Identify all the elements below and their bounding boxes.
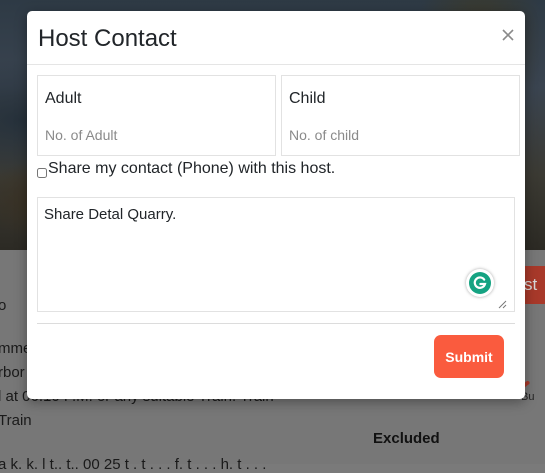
- modal-header: Host Contact: [27, 11, 525, 65]
- child-label: Child: [289, 90, 326, 107]
- query-textarea[interactable]: [37, 197, 515, 312]
- background-text: a k. k. l t.. t.. 00 25 t . t . . . f. t…: [0, 456, 267, 473]
- grammarly-icon: [469, 272, 491, 294]
- share-contact-checkbox[interactable]: [37, 168, 47, 178]
- grammarly-button[interactable]: [466, 269, 494, 297]
- share-contact-label: Share my contact (Phone) with this host.: [48, 160, 336, 177]
- adult-field-group: Adult: [37, 75, 276, 156]
- close-button[interactable]: [500, 27, 516, 43]
- adult-label: Adult: [45, 90, 82, 107]
- child-field-group: Child: [281, 75, 520, 156]
- footer-divider: [37, 323, 515, 324]
- background-partial-button: st: [522, 266, 545, 304]
- background-text: Train: [0, 412, 32, 429]
- resize-handle-icon[interactable]: [497, 296, 507, 309]
- excluded-heading: Excluded: [373, 430, 440, 447]
- submit-button[interactable]: Submit: [434, 335, 504, 378]
- child-count-input[interactable]: [289, 124, 509, 146]
- modal-title: Host Contact: [38, 25, 177, 52]
- background-text: o: [0, 297, 7, 314]
- background-text: rbor: [0, 364, 25, 381]
- close-icon: [502, 29, 514, 41]
- adult-count-input[interactable]: [45, 124, 265, 146]
- host-contact-modal: Host Contact Adult Child Share my contac…: [27, 11, 525, 399]
